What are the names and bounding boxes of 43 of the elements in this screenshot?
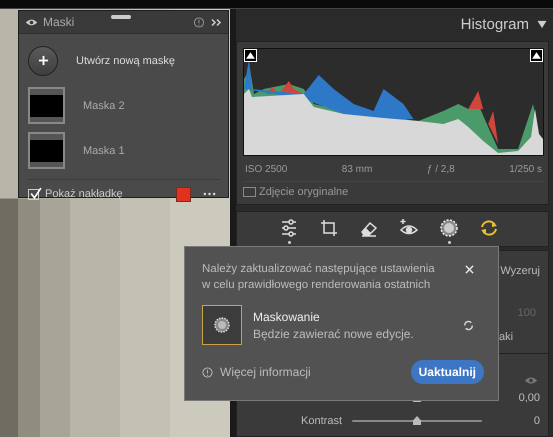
setting-name: Maskowanie (253, 310, 321, 324)
panel-title: Histogram (460, 16, 529, 32)
checkbox-label: Pokaż nakładkę (45, 188, 124, 200)
slider-label: Kontrast (300, 415, 343, 427)
more-info-link[interactable]: Więcej informacji (202, 365, 311, 379)
checkbox[interactable] (28, 188, 39, 200)
exif-text: ISO 2500 (245, 164, 288, 175)
panel-title: Maski (43, 15, 74, 29)
option-label: aki (499, 331, 514, 343)
drag-handle[interactable] (111, 15, 131, 19)
highlight-clipping-icon[interactable] (530, 49, 543, 62)
mask-name[interactable]: Maska 2 (83, 100, 125, 112)
collapse-icon[interactable] (537, 20, 547, 28)
sync-icon[interactable] (479, 218, 499, 238)
add-mask-button[interactable] (28, 46, 58, 76)
slider-thumb[interactable] (413, 416, 421, 425)
plus-icon (38, 55, 48, 66)
help-icon[interactable] (193, 16, 205, 28)
sync-icon (463, 320, 474, 330)
collapse-icon[interactable] (210, 16, 222, 28)
mask-name[interactable]: Maska 1 (83, 144, 125, 156)
reset-button[interactable]: Wyzeruj (500, 265, 540, 277)
dialog-message: Należy zaktualizować następujące ustawienia w celu prawidłowego renderowania ostatnich (202, 262, 436, 293)
crop-icon[interactable] (319, 218, 339, 238)
mask-thumbnail[interactable] (28, 87, 65, 124)
visibility-icon[interactable] (25, 18, 38, 26)
slider-value: 0 (532, 415, 541, 427)
exif-text: 83 mm (342, 164, 372, 175)
shadow-clipping-icon[interactable] (244, 49, 257, 62)
checkbox-label: Zdjęcie oryginalne (259, 186, 348, 198)
mask-icon (202, 305, 242, 345)
exif-text: ƒ / 2,8 (426, 164, 455, 175)
slider-value: 0,00 (518, 392, 541, 404)
sliders-icon[interactable] (279, 218, 299, 238)
info-icon (202, 366, 213, 378)
mask-icon[interactable] (439, 218, 459, 238)
setting-description: Będzie zawierać nowe edycje. (253, 326, 415, 340)
checkbox[interactable] (243, 187, 256, 197)
exif-text: 1/250 s (509, 164, 542, 175)
overlay-color-swatch[interactable] (176, 186, 191, 202)
create-mask-label[interactable]: Utwórz nową maskę (76, 54, 176, 66)
mask-thumbnail[interactable] (28, 132, 65, 169)
update-button[interactable]: Uaktualnij (410, 360, 484, 384)
